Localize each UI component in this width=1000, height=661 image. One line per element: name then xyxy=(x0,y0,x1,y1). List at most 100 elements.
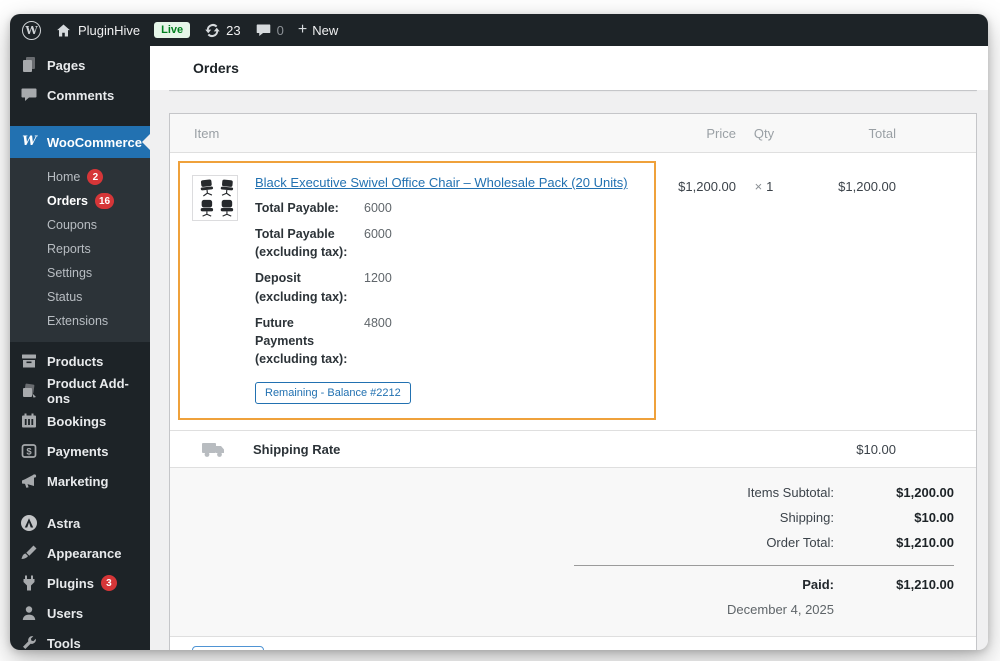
sidebar-item-payments[interactable]: $ Payments xyxy=(10,436,150,466)
sidebar-item-marketing[interactable]: Marketing xyxy=(10,466,150,496)
woocommerce-submenu: Home 2 Orders 16 Coupons Reports Setting… xyxy=(10,158,150,342)
meta-row-future-payments: Future Payments (excluding tax): 4800 xyxy=(255,314,642,368)
updates-menu[interactable]: 23 xyxy=(204,22,241,39)
orders-badge: 16 xyxy=(95,193,115,209)
totals-row-order-total: Order Total: $1,210.00 xyxy=(192,530,954,555)
shipping-truck-icon xyxy=(202,443,224,457)
sidebar-item-comments[interactable]: Comments xyxy=(10,80,150,110)
bookings-calendar-icon xyxy=(22,413,36,428)
new-content-menu[interactable]: + New xyxy=(298,22,338,38)
comments-menu[interactable]: 0 xyxy=(255,22,284,39)
browser-window: W PluginHive Live 23 0 + New Pages Comme… xyxy=(10,14,988,650)
line-item-price: $1,200.00 xyxy=(678,179,736,194)
live-badge: Live xyxy=(154,22,191,38)
office-chairs-image xyxy=(194,177,236,219)
meta-value: 4800 xyxy=(364,315,392,330)
sidebar-item-users[interactable]: Users xyxy=(10,598,150,628)
multiply-sign: × xyxy=(754,179,763,194)
product-name-link[interactable]: Black Executive Swivel Office Chair – Wh… xyxy=(255,175,628,190)
submenu-label: Extensions xyxy=(47,314,109,328)
submenu-item-coupons[interactable]: Coupons xyxy=(10,213,150,237)
sidebar-item-label: Product Add-ons xyxy=(47,376,129,406)
totals-row-paid: Paid: $1,210.00 xyxy=(192,572,954,597)
sidebar-item-woocommerce[interactable]: W WooCommerce xyxy=(10,126,150,158)
site-name: PluginHive xyxy=(78,22,141,38)
paid-date: December 4, 2025 xyxy=(727,602,834,617)
order-line-item-row: Black Executive Swivel Office Chair – Wh… xyxy=(170,153,976,430)
column-price: Price xyxy=(706,125,736,141)
remaining-balance-button[interactable]: Remaining - Balance #2212 xyxy=(255,382,411,404)
pages-icon xyxy=(23,57,35,72)
page-header: Orders xyxy=(150,46,988,90)
sidebar-item-bookings[interactable]: Bookings xyxy=(10,406,150,436)
sidebar-item-tools[interactable]: Tools xyxy=(10,628,150,650)
new-label: New xyxy=(312,22,339,38)
svg-text:$: $ xyxy=(26,447,32,458)
shipping-row: Shipping Rate $10.00 xyxy=(170,430,976,467)
comment-bubble-icon xyxy=(256,24,270,36)
shipping-total: $10.00 xyxy=(856,441,896,457)
submenu-label: Reports xyxy=(47,242,91,256)
submenu-label: Status xyxy=(47,290,83,304)
totals-value: $1,210.00 xyxy=(896,535,954,550)
totals-label: Shipping: xyxy=(779,510,834,525)
sidebar-item-label: Astra xyxy=(47,515,81,531)
updates-icon xyxy=(205,23,220,37)
sidebar-item-astra[interactable]: Astra xyxy=(10,508,150,538)
meta-label: Total Payable: xyxy=(255,201,339,215)
submenu-label: Settings xyxy=(47,266,93,280)
submenu-label: Coupons xyxy=(47,218,98,232)
sidebar-item-products[interactable]: Products xyxy=(10,346,150,376)
sidebar-item-label: Payments xyxy=(47,443,109,459)
meta-value: 1200 xyxy=(364,271,392,286)
order-items-header: Item Price Qty Total xyxy=(170,114,976,153)
sidebar-item-label: Marketing xyxy=(47,473,109,489)
shipping-label: Shipping Rate xyxy=(253,441,341,457)
admin-sidebar: Pages Comments W WooCommerce Home 2 Orde… xyxy=(10,46,150,650)
sidebar-item-product-addons[interactable]: Product Add-ons xyxy=(10,376,150,406)
sidebar-item-appearance[interactable]: Appearance xyxy=(10,538,150,568)
totals-label: Order Total: xyxy=(766,535,834,550)
order-totals-section: Items Subtotal: $1,200.00 Shipping: $10.… xyxy=(170,467,976,636)
plugins-badge: 3 xyxy=(100,575,117,591)
paid-label: Paid: xyxy=(802,577,834,592)
updates-count: 23 xyxy=(226,22,241,38)
cropped-metabox-bottom xyxy=(169,90,977,91)
marketing-megaphone-icon xyxy=(22,474,37,488)
site-link[interactable]: PluginHive xyxy=(55,22,140,39)
sidebar-item-label: Bookings xyxy=(47,413,107,429)
sidebar-item-label: Comments xyxy=(47,87,115,103)
sidebar-item-plugins[interactable]: Plugins 3 xyxy=(10,568,150,598)
submenu-item-extensions[interactable]: Extensions xyxy=(10,309,150,333)
payments-icon: $ xyxy=(21,444,37,458)
qty-value: 1 xyxy=(766,179,774,194)
submenu-label: Home xyxy=(47,170,81,184)
submenu-item-home[interactable]: Home 2 xyxy=(10,165,150,189)
line-item-qty: × 1 xyxy=(736,179,792,194)
product-addons-icon xyxy=(23,383,36,398)
paid-value: $1,210.00 xyxy=(896,577,954,592)
submenu-item-settings[interactable]: Settings xyxy=(10,261,150,285)
menu-separator xyxy=(10,496,150,508)
astra-icon xyxy=(21,515,37,531)
home-icon xyxy=(57,24,70,36)
active-menu-arrow xyxy=(142,134,150,150)
sidebar-item-label: Pages xyxy=(47,57,86,73)
totals-value: $10.00 xyxy=(914,510,954,525)
sidebar-item-label: Plugins xyxy=(47,575,94,591)
submenu-item-status[interactable]: Status xyxy=(10,285,150,309)
main-content: Orders Item Price Qty Total Black Execut… xyxy=(150,46,988,650)
submenu-item-reports[interactable]: Reports xyxy=(10,237,150,261)
sidebar-item-pages[interactable]: Pages xyxy=(10,50,150,80)
wordpress-menu[interactable]: W xyxy=(22,20,41,40)
page-title: Orders xyxy=(193,60,239,76)
home-badge: 2 xyxy=(87,169,104,185)
column-total: Total xyxy=(868,125,896,141)
appearance-brush-icon xyxy=(21,545,37,559)
submenu-item-orders[interactable]: Orders 16 xyxy=(10,189,150,213)
meta-label: Deposit (excluding tax): xyxy=(255,271,348,304)
refund-button[interactable]: Refund xyxy=(192,646,264,650)
order-actions-footer: Refund ? This order is no longer editabl… xyxy=(170,636,976,650)
totals-row-shipping: Shipping: $10.00 xyxy=(192,505,954,530)
totals-value: $1,200.00 xyxy=(896,485,954,500)
